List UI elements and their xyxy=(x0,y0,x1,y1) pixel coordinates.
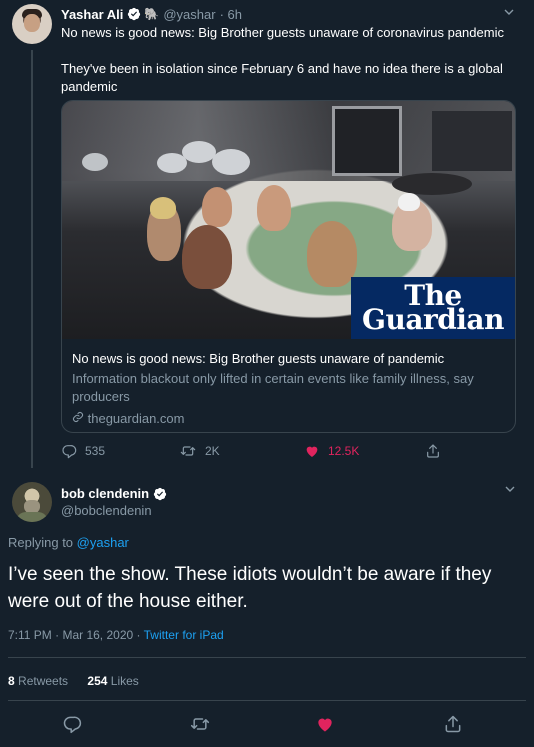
avatar-bobclendenin[interactable] xyxy=(12,482,52,522)
main-author-name[interactable]: bob clendenin xyxy=(61,486,149,501)
likes-label: Likes xyxy=(110,674,139,688)
link-preview-card[interactable]: The Guardian No news is good news: Big B… xyxy=(61,100,516,433)
parent-author-handle[interactable]: @yashar xyxy=(163,7,215,22)
main-tweet-text: I’ve seen the show. These idiots wouldn’… xyxy=(8,564,492,612)
parent-tweet-line1: No news is good news: Big Brother guests… xyxy=(61,25,504,40)
retweet-count: 2K xyxy=(205,444,220,458)
replying-to: Replying to @yashar xyxy=(8,535,129,550)
parent-tweet-actions: 535 2K 12.5K xyxy=(61,443,461,463)
elephant-emoji: 🐘 xyxy=(144,7,160,21)
image-window-2 xyxy=(432,111,512,171)
parent-author-name[interactable]: Yashar Ali xyxy=(61,7,123,22)
article-image[interactable]: The Guardian xyxy=(62,101,515,339)
replying-to-handle[interactable]: @yashar xyxy=(77,535,129,550)
like-button[interactable]: 12.5K xyxy=(304,443,359,459)
retweet-button[interactable]: 2K xyxy=(179,443,220,459)
divider xyxy=(8,700,526,701)
card-body[interactable]: No news is good news: Big Brother guests… xyxy=(62,340,515,432)
parent-tweet-time[interactable]: · 6h xyxy=(220,7,242,22)
image-person xyxy=(307,221,357,287)
retweet-total: 8 xyxy=(8,674,15,688)
main-author-name-row: bob clendenin xyxy=(61,486,167,501)
tweet-source[interactable]: Twitter for iPad xyxy=(144,628,224,642)
like-total: 254 xyxy=(87,674,108,688)
like-button[interactable] xyxy=(313,712,337,736)
verified-badge-icon xyxy=(153,487,167,500)
retweets-label: Retweets xyxy=(18,674,69,688)
thread-connector-line xyxy=(31,50,33,468)
card-description: Information blackout only lifted in cert… xyxy=(72,371,474,404)
image-window xyxy=(332,106,402,176)
avatar-face xyxy=(24,14,40,32)
parent-tweet-line2: They've been in isolation since February… xyxy=(61,61,503,94)
link-icon xyxy=(72,411,84,423)
reply-icon xyxy=(63,716,82,734)
main-author-handle[interactable]: @bobclendenin xyxy=(61,503,152,518)
image-person-hair xyxy=(150,197,176,219)
parent-tweet-header: Yashar Ali 🐘 @yashar · 6h xyxy=(61,5,242,23)
verified-badge-icon xyxy=(128,7,141,21)
reply-button[interactable] xyxy=(60,712,84,736)
image-person xyxy=(182,225,232,289)
retweet-icon xyxy=(180,446,196,456)
avatar-shirt xyxy=(16,512,48,522)
retweets-stat[interactable]: 8 Retweets xyxy=(8,674,68,688)
share-button[interactable] xyxy=(425,443,449,459)
share-icon xyxy=(445,715,461,733)
replying-to-prefix: Replying to xyxy=(8,535,74,550)
guardian-logo-line2: Guardian xyxy=(362,303,504,336)
guardian-logo: The Guardian xyxy=(351,277,515,339)
retweet-icon xyxy=(190,718,210,730)
image-cushion xyxy=(182,141,216,163)
avatar-yashar[interactable] xyxy=(12,4,52,44)
like-count: 12.5K xyxy=(328,444,360,458)
reply-button[interactable]: 535 xyxy=(61,443,105,459)
card-domain-text: theguardian.com xyxy=(87,411,185,426)
heart-icon xyxy=(306,446,318,457)
card-domain: theguardian.com xyxy=(72,410,505,428)
reply-icon xyxy=(62,445,77,459)
image-cushion xyxy=(82,153,108,171)
engagement-counts: 8 Retweets 254 Likes xyxy=(8,674,139,688)
image-person-hair xyxy=(398,193,420,211)
image-person xyxy=(202,187,232,227)
share-icon xyxy=(427,444,439,458)
heart-icon xyxy=(318,718,332,732)
image-cushion xyxy=(157,153,187,173)
likes-stat[interactable]: 254 Likes xyxy=(87,674,138,688)
main-tweet-actions xyxy=(8,712,526,738)
chevron-down-icon[interactable] xyxy=(503,6,515,18)
share-button[interactable] xyxy=(441,712,465,736)
image-cushion xyxy=(392,173,472,195)
divider xyxy=(8,657,526,658)
reply-count: 535 xyxy=(85,444,106,458)
chevron-down-icon[interactable] xyxy=(504,483,516,495)
image-person xyxy=(257,185,291,231)
image-cushion xyxy=(212,149,250,175)
card-title[interactable]: No news is good news: Big Brother guests… xyxy=(72,350,505,368)
tweet-timestamp[interactable]: 7:11 PM · Mar 16, 2020 · xyxy=(8,628,141,642)
retweet-button[interactable] xyxy=(188,712,212,736)
tweet-metadata: 7:11 PM · Mar 16, 2020 · Twitter for iPa… xyxy=(8,628,224,642)
